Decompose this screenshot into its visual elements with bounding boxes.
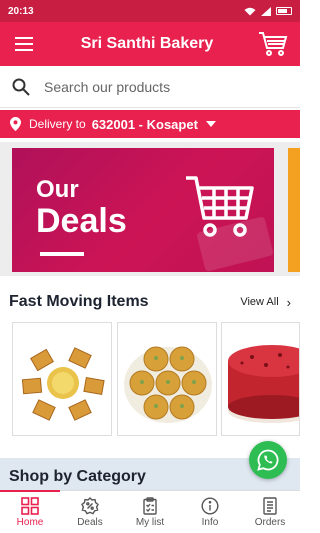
delivery-label: Delivery to xyxy=(29,117,86,131)
mysore-pak-image xyxy=(13,323,111,435)
status-icons xyxy=(244,6,292,16)
delivery-location-selector[interactable]: Delivery to 632001 - Kosapet xyxy=(0,110,300,138)
delivery-location: 632001 - Kosapet xyxy=(91,116,198,132)
status-time: 20:13 xyxy=(8,5,34,17)
bottom-navigation: Home Deals My list Info Orders xyxy=(0,490,300,533)
banner-cart-icon xyxy=(186,176,254,237)
fast-moving-title: Fast Moving Items xyxy=(9,293,149,310)
view-all-link[interactable]: View All xyxy=(240,296,278,308)
nav-info-label: Info xyxy=(201,516,219,528)
fast-moving-products xyxy=(0,322,300,436)
red-velvet-cake-image xyxy=(222,323,299,435)
banner-line1: Our xyxy=(36,176,79,203)
grid-icon xyxy=(21,496,39,515)
location-pin-icon xyxy=(10,117,21,131)
search-input[interactable] xyxy=(44,78,288,95)
app-title: Sri Santhi Bakery xyxy=(80,35,214,52)
battery-icon xyxy=(276,7,292,15)
whatsapp-icon xyxy=(257,449,279,471)
nav-home[interactable]: Home xyxy=(0,490,60,533)
badge-icon xyxy=(81,496,99,514)
nav-my-list-label: My list xyxy=(135,516,165,528)
whatsapp-button[interactable] xyxy=(249,441,287,479)
shopping-cart-icon[interactable] xyxy=(256,27,290,61)
peda-image xyxy=(118,323,216,435)
deals-banner[interactable]: Our Deals xyxy=(12,148,274,272)
wifi-icon xyxy=(244,7,256,15)
nav-orders[interactable]: Orders xyxy=(240,491,300,533)
orders-icon xyxy=(263,496,277,515)
nav-deals-label: Deals xyxy=(77,516,103,528)
clipboard-icon xyxy=(143,496,157,515)
status-bar: 20:13 xyxy=(0,0,300,22)
hamburger-menu-icon[interactable] xyxy=(10,30,38,58)
nav-home-label: Home xyxy=(16,516,44,528)
banner-line2: Deals xyxy=(36,202,127,240)
nav-orders-label: Orders xyxy=(254,516,286,528)
banner-underline xyxy=(40,252,84,256)
chevron-down-icon xyxy=(205,121,216,127)
next-banner-peek[interactable] xyxy=(288,148,300,272)
search-bar xyxy=(0,66,300,108)
nav-info[interactable]: Info xyxy=(180,491,240,533)
product-card-mysore-pak[interactable] xyxy=(12,322,112,436)
product-card-peda[interactable] xyxy=(117,322,217,436)
nav-my-list[interactable]: My list xyxy=(120,491,180,533)
search-icon xyxy=(12,78,30,96)
info-icon xyxy=(201,496,219,515)
app-bar: Sri Santhi Bakery xyxy=(0,22,300,66)
fast-moving-header: Fast Moving Items View All › xyxy=(0,288,300,316)
nav-deals[interactable]: Deals xyxy=(60,491,120,533)
shop-by-category-title: Shop by Category xyxy=(9,468,146,485)
signal-icon xyxy=(261,6,271,16)
product-card-red-velvet-cake[interactable] xyxy=(221,322,300,436)
chevron-right-icon[interactable]: › xyxy=(287,295,291,310)
